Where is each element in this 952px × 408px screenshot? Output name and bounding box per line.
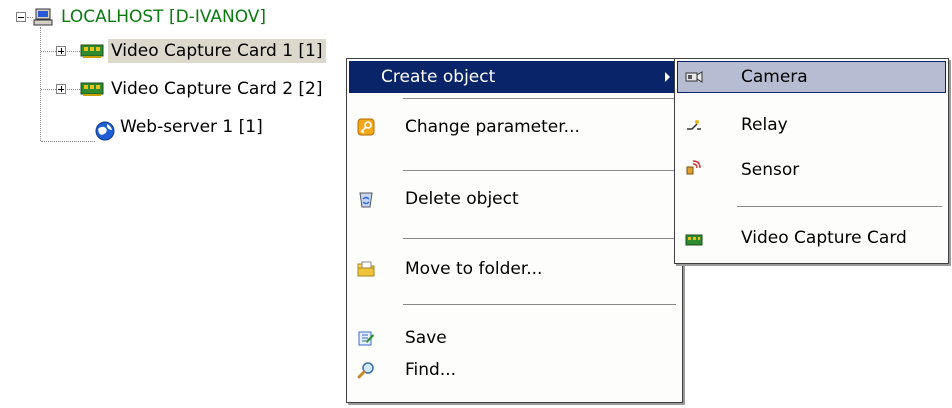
web-server-icon bbox=[95, 121, 115, 141]
tree-item-video-capture-card-1[interactable]: Video Capture Card 1 [1] bbox=[108, 39, 326, 63]
capture-card-icon bbox=[80, 82, 104, 96]
menu-item-label: Save bbox=[405, 328, 447, 348]
menu-separator bbox=[737, 206, 942, 208]
menu-item-label: Video Capture Card bbox=[741, 228, 907, 248]
capture-card-icon bbox=[685, 234, 703, 246]
camera-icon bbox=[685, 71, 703, 83]
submenu-item-sensor[interactable]: Sensor bbox=[677, 154, 946, 186]
collapse-toggle[interactable] bbox=[16, 12, 26, 22]
folder-icon bbox=[357, 261, 375, 277]
menu-item-label: Sensor bbox=[741, 160, 800, 180]
tree-connector bbox=[41, 51, 56, 52]
menu-separator bbox=[403, 98, 676, 100]
menu-item-label: Relay bbox=[741, 115, 788, 135]
tree-connector bbox=[67, 89, 80, 90]
menu-item-delete-object[interactable]: Delete object bbox=[349, 183, 680, 215]
tree-item-web-server-1[interactable]: Web-server 1 [1] bbox=[117, 115, 266, 139]
menu-item-move-to-folder[interactable]: Move to folder... bbox=[349, 253, 680, 285]
menu-item-save[interactable]: Save bbox=[349, 322, 680, 354]
submenu-item-video-capture-card[interactable]: Video Capture Card bbox=[677, 222, 946, 254]
submenu-arrow-icon bbox=[665, 72, 670, 82]
submenu-item-camera[interactable]: Camera bbox=[677, 61, 946, 93]
key-icon bbox=[357, 118, 375, 136]
expand-toggle[interactable] bbox=[56, 46, 66, 56]
context-menu: Create object Change parameter... Delete… bbox=[346, 58, 683, 403]
menu-item-label: Move to folder... bbox=[405, 259, 543, 279]
submenu-item-relay[interactable]: Relay bbox=[677, 109, 946, 141]
create-object-submenu: Camera Relay Sensor Video Capture Card bbox=[674, 58, 949, 264]
sensor-icon bbox=[686, 160, 701, 175]
expand-toggle[interactable] bbox=[56, 84, 66, 94]
capture-card-icon bbox=[80, 44, 104, 58]
menu-separator bbox=[403, 304, 676, 306]
magnifier-icon bbox=[357, 362, 374, 379]
save-icon bbox=[358, 331, 374, 346]
menu-item-label: Delete object bbox=[405, 189, 519, 209]
tree-connector bbox=[41, 141, 95, 142]
computer-icon bbox=[33, 8, 53, 26]
menu-item-label: Camera bbox=[741, 67, 808, 87]
tree-connector bbox=[67, 51, 80, 52]
menu-separator bbox=[403, 170, 676, 172]
menu-item-label: Change parameter... bbox=[405, 117, 580, 137]
delete-icon bbox=[359, 192, 373, 208]
tree-connector bbox=[41, 89, 56, 90]
menu-item-label: Find... bbox=[405, 360, 457, 380]
relay-icon bbox=[687, 120, 701, 130]
menu-separator bbox=[403, 238, 676, 240]
menu-item-label: Create object bbox=[381, 67, 496, 87]
menu-item-create-object[interactable]: Create object bbox=[349, 61, 680, 93]
tree-root-label[interactable]: LOCALHOST [D-IVANOV] bbox=[58, 5, 269, 29]
menu-item-change-parameter[interactable]: Change parameter... bbox=[349, 111, 680, 143]
menu-item-find[interactable]: Find... bbox=[349, 354, 680, 386]
tree-connector bbox=[40, 27, 41, 141]
tree-item-video-capture-card-2[interactable]: Video Capture Card 2 [2] bbox=[108, 77, 326, 101]
